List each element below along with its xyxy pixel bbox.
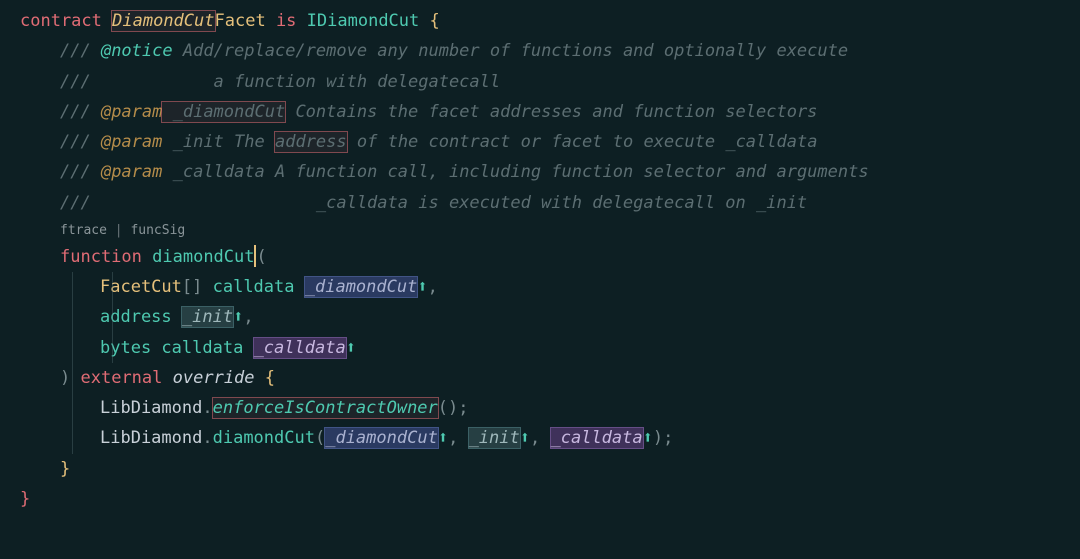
call-empty: (); xyxy=(438,398,469,418)
space xyxy=(458,428,468,448)
doc-comment: /// @param _calldata A function call, in… xyxy=(20,157,1060,187)
code-line: contract DiamondCutFacet is IDiamondCut … xyxy=(20,6,1060,36)
doc-text: _calldata is executed with delegatecall … xyxy=(91,193,807,213)
paren-close: ) xyxy=(60,368,70,388)
paren-open: ( xyxy=(257,247,267,267)
doc-text: Contains the facet addresses and functio… xyxy=(285,102,817,122)
arg-calldata: _calldata xyxy=(551,428,643,448)
paren-close-semi: ); xyxy=(653,428,673,448)
arrow-icon: ⬆ xyxy=(643,428,653,448)
brace-open: { xyxy=(255,368,275,388)
interface-name: IDiamondCut xyxy=(307,11,420,31)
arrow-icon: ⬆ xyxy=(417,277,427,297)
doc-word-address: address xyxy=(275,132,347,152)
brace-close-line: } xyxy=(20,454,1060,484)
arg-init: _init xyxy=(469,428,520,448)
function-param: address _init⬆, xyxy=(20,302,1060,332)
comma: , xyxy=(428,277,438,297)
doc-tag-param: @param xyxy=(91,162,163,182)
code-editor[interactable]: contract DiamondCutFacet is IDiamondCut … xyxy=(20,6,1060,514)
type-address: address xyxy=(100,307,172,327)
keyword-function: function xyxy=(60,247,142,267)
doc-comment: /// a function with delegatecall xyxy=(20,67,1060,97)
doc-text: Add/replace/remove any number of functio… xyxy=(173,41,849,61)
doc-slashes: /// xyxy=(60,72,91,92)
arrow-icon: ⬆ xyxy=(233,307,243,327)
doc-tag-notice: @notice xyxy=(91,41,173,61)
statement: LibDiamond.enforceIsContractOwner(); xyxy=(20,393,1060,423)
codelens-separator: | xyxy=(107,223,130,238)
doc-comment: /// _calldata is executed with delegatec… xyxy=(20,188,1060,218)
keyword-external: external xyxy=(81,368,163,388)
method-diamondcut: diamondCut xyxy=(213,428,315,448)
param-init: _init xyxy=(182,307,233,327)
doc-param-name: _init xyxy=(162,132,223,152)
arrow-icon: ⬆ xyxy=(520,428,530,448)
param-diamondcut: _diamondCut xyxy=(305,277,418,297)
doc-text: of the contract or facet to execute _cal… xyxy=(347,132,818,152)
function-modifiers: ) external override { xyxy=(20,363,1060,393)
statement: LibDiamond.diamondCut(_diamondCut⬆, _ini… xyxy=(20,423,1060,453)
doc-comment: /// @notice Add/replace/remove any numbe… xyxy=(20,36,1060,66)
dot: . xyxy=(202,398,212,418)
arrow-icon: ⬆ xyxy=(346,338,356,358)
type-bytes: bytes xyxy=(100,338,161,358)
space xyxy=(540,428,550,448)
doc-slashes: /// xyxy=(60,162,91,182)
doc-text: The xyxy=(224,132,275,152)
function-param: bytes calldata _calldata⬆ xyxy=(20,333,1060,363)
codelens-ftrace[interactable]: ftrace xyxy=(60,223,107,238)
arrow-icon: ⬆ xyxy=(438,428,448,448)
comma: , xyxy=(448,428,458,448)
doc-text: A function call, including function sele… xyxy=(265,162,869,182)
contract-name-part: DiamondCut xyxy=(112,11,214,31)
method-enforce-owner: enforceIsContractOwner xyxy=(213,398,438,418)
doc-slashes: /// xyxy=(60,41,91,61)
doc-text: a function with delegatecall xyxy=(91,72,500,92)
doc-comment: /// @param _init The address of the cont… xyxy=(20,127,1060,157)
keyword-contract: contract xyxy=(20,11,102,31)
brace-open: { xyxy=(419,11,439,31)
brace-close: } xyxy=(60,459,70,479)
function-param: FacetCut[] calldata _diamondCut⬆, xyxy=(20,272,1060,302)
doc-tag-param: @param xyxy=(91,102,163,122)
dot: . xyxy=(202,428,212,448)
keyword-is: is xyxy=(276,11,296,31)
param-calldata: _calldata xyxy=(254,338,346,358)
doc-slashes: /// xyxy=(60,132,91,152)
text-cursor xyxy=(254,245,256,267)
arg-diamondcut: _diamondCut xyxy=(325,428,438,448)
doc-slashes: /// xyxy=(60,102,91,122)
codelens: ftrace | funcSig xyxy=(20,218,1060,242)
lib-name: LibDiamond xyxy=(100,398,202,418)
doc-comment: /// @param _diamondCut Contains the face… xyxy=(20,97,1060,127)
brace-close-line: } xyxy=(20,484,1060,514)
data-location: calldata xyxy=(161,338,243,358)
comma: , xyxy=(530,428,540,448)
contract-name-part: Facet xyxy=(215,11,266,31)
codelens-funcsig[interactable]: funcSig xyxy=(130,223,185,238)
doc-tag-param: @param xyxy=(91,132,163,152)
data-location: calldata xyxy=(213,277,295,297)
paren-open: ( xyxy=(315,428,325,448)
doc-slashes: /// xyxy=(60,193,91,213)
brace-close: } xyxy=(20,489,30,509)
function-name: diamondCut xyxy=(152,247,254,267)
doc-param-name: _diamondCut xyxy=(162,102,285,122)
comma: , xyxy=(243,307,253,327)
function-signature: function diamondCut( xyxy=(20,242,1060,272)
doc-param-name: _calldata xyxy=(162,162,264,182)
keyword-override: override xyxy=(173,368,255,388)
lib-name: LibDiamond xyxy=(100,428,202,448)
array-brackets: [] xyxy=(182,277,213,297)
